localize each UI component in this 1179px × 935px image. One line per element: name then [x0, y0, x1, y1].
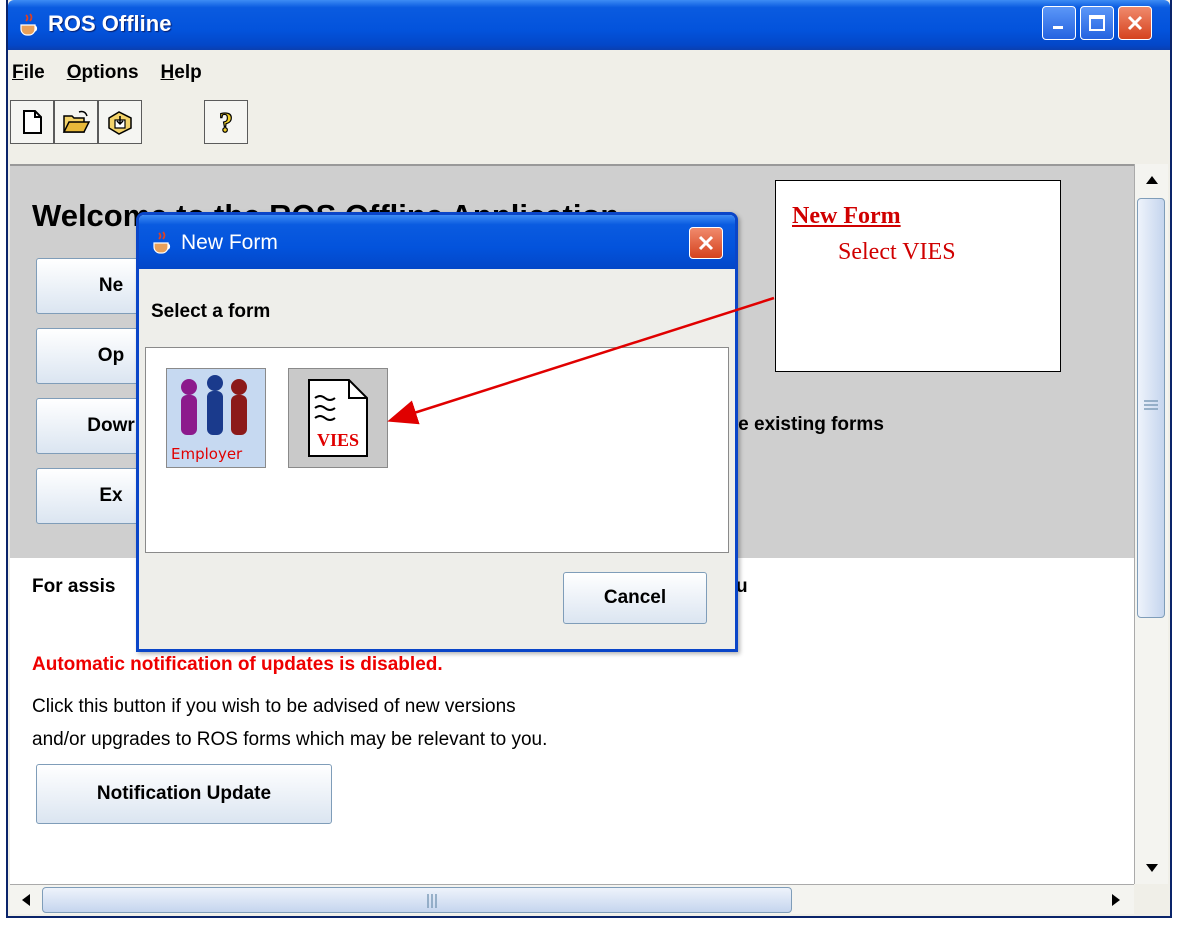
vertical-scrollbar[interactable] — [1134, 164, 1168, 884]
scroll-right-button[interactable] — [1102, 886, 1130, 914]
new-form-dialog: New Form Select a form Employer VIES Can… — [136, 212, 738, 652]
arrow-down-icon — [1146, 864, 1158, 872]
new-form-tool-button[interactable] — [10, 100, 54, 144]
java-cup-icon — [153, 231, 171, 254]
info-line-1: Click this button if you wish to be advi… — [32, 696, 516, 717]
cancel-button[interactable]: Cancel — [563, 572, 707, 624]
maximize-button[interactable] — [1080, 6, 1114, 40]
scroll-left-button[interactable] — [12, 886, 40, 914]
vies-form-label: VIES — [317, 430, 359, 450]
arrow-left-icon — [22, 894, 30, 906]
info-line-2: and/or upgrades to ROS forms which may b… — [32, 729, 548, 750]
maximize-icon — [1089, 15, 1105, 31]
horizontal-scrollbar[interactable] — [10, 884, 1134, 914]
svg-text:?: ? — [219, 108, 233, 137]
menu-file[interactable]: File — [12, 62, 45, 84]
grip-icon — [427, 894, 437, 908]
menu-options[interactable]: Options — [67, 62, 139, 84]
employer-people-icon — [181, 375, 247, 435]
minimize-icon — [1053, 26, 1063, 29]
open-folder-icon — [62, 110, 91, 133]
help-icon: ? — [218, 107, 233, 137]
title-bar[interactable]: ROS Offline — [8, 0, 1170, 50]
close-icon — [698, 235, 714, 251]
toolbar: ? — [8, 96, 1170, 158]
close-window-button[interactable] — [1118, 6, 1152, 40]
vertical-scroll-thumb[interactable] — [1137, 198, 1165, 618]
minimize-button[interactable] — [1042, 6, 1076, 40]
callout-title: New Form — [792, 203, 901, 229]
save-form-icon — [108, 111, 132, 135]
dialog-title-bar[interactable]: New Form — [139, 215, 735, 269]
horizontal-scroll-thumb[interactable] — [42, 887, 792, 913]
assistance-text: For assis — [32, 576, 116, 597]
scroll-down-button[interactable] — [1138, 854, 1166, 882]
arrow-up-icon — [1146, 176, 1158, 184]
java-cup-icon — [20, 13, 38, 36]
notification-update-button[interactable]: Notification Update — [36, 764, 332, 824]
menu-help[interactable]: Help — [161, 62, 202, 84]
menu-bar: File Options Help — [8, 50, 1170, 96]
vies-document-icon: VIES — [308, 379, 368, 457]
bottom-strip — [0, 920, 1179, 935]
arrow-right-icon — [1112, 894, 1120, 906]
window-title: ROS Offline — [48, 11, 172, 36]
vies-form-tile[interactable]: VIES — [288, 368, 388, 468]
form-list-panel: Employer VIES — [145, 347, 729, 553]
scroll-up-button[interactable] — [1138, 166, 1166, 194]
grip-icon — [1144, 400, 1158, 410]
annotation-callout: New Form Select VIES — [775, 180, 1061, 372]
dialog-title: New Form — [181, 231, 278, 254]
help-tool-button[interactable]: ? — [204, 100, 248, 144]
new-document-icon — [23, 110, 42, 134]
callout-subtitle: Select VIES — [838, 239, 956, 265]
dialog-prompt: Select a form — [151, 301, 271, 322]
employer-form-label: Employer — [171, 445, 243, 463]
update-notice: Automatic notification of updates is dis… — [32, 654, 443, 675]
employer-form-tile[interactable]: Employer — [166, 368, 266, 468]
close-icon — [1127, 15, 1143, 31]
open-form-tool-button[interactable] — [54, 100, 98, 144]
download-description: ade existing forms — [716, 414, 884, 435]
dialog-close-button[interactable] — [689, 227, 723, 259]
save-form-tool-button[interactable] — [98, 100, 142, 144]
